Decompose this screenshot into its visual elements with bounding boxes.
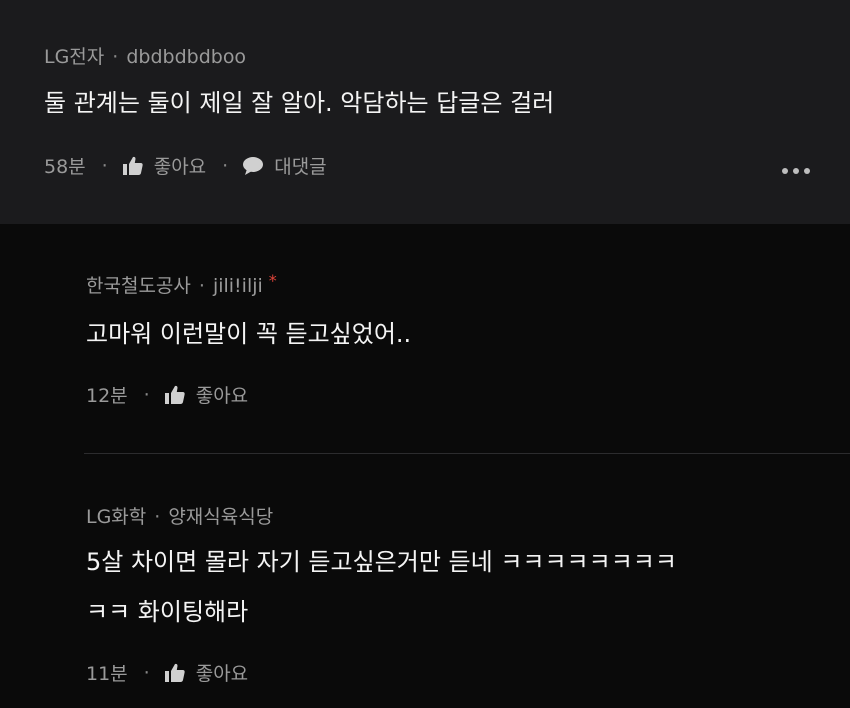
reply-author-line: 한국철도공사 · jili!ilji * [86, 271, 277, 298]
thumbs-up-icon [164, 385, 186, 405]
username[interactable]: dbdbdbdboo [126, 46, 246, 68]
reply-button[interactable]: 대댓글 [242, 152, 327, 179]
separator-dot: · [112, 46, 119, 68]
separator-dot: · [222, 154, 229, 177]
owner-marker: * [268, 271, 277, 290]
timestamp: 58분 [44, 156, 86, 178]
reply-divider [84, 453, 850, 454]
thumbs-up-icon [164, 663, 186, 683]
more-dot [793, 168, 799, 174]
more-dot [804, 168, 810, 174]
timestamp: 11분 [86, 663, 128, 685]
comment-author-line: LG전자 · dbdbdbdboo [44, 42, 246, 69]
reply-text-line-1: 5살 차이면 몰라 자기 듣고싶은거만 듣네 ㅋㅋㅋㅋㅋㅋㅋㅋ [86, 548, 677, 576]
separator-dot: · [198, 275, 205, 297]
reply-label: 대댓글 [274, 156, 327, 178]
thumbs-up-icon [122, 156, 144, 176]
separator-dot: · [143, 661, 150, 684]
reply-author-line: LG화학 · 양재식육식당 [86, 502, 273, 529]
reply-text: 고마워 이런말이 꼭 듣고싶었어.. [86, 320, 412, 348]
company-name[interactable]: 한국철도공사 [86, 275, 191, 297]
comment-text: 둘 관계는 둘이 제일 잘 알아. 악담하는 답글은 걸러 [44, 89, 555, 117]
reply-text-line-2: ㅋㅋ 화이팅해라 [86, 598, 249, 626]
company-name[interactable]: LG화학 [86, 506, 146, 528]
like-label: 좋아요 [195, 385, 249, 407]
like-label: 좋아요 [153, 156, 207, 178]
company-name[interactable]: LG전자 [44, 46, 104, 68]
separator-dot: · [101, 154, 108, 177]
reply-meta: 11분 · 좋아요 [86, 659, 248, 686]
username[interactable]: jili!ilji [213, 275, 263, 297]
speech-bubble-icon [242, 156, 264, 176]
top-comment: LG전자 · dbdbdbdboo 둘 관계는 둘이 제일 잘 알아. 악담하는 답… [0, 0, 850, 224]
username[interactable]: 양재식육식당 [168, 506, 273, 528]
more-options-icon[interactable] [782, 168, 810, 174]
more-dot [782, 168, 788, 174]
like-button[interactable]: 좋아요 [164, 381, 248, 408]
like-button[interactable]: 좋아요 [122, 152, 206, 179]
like-button[interactable]: 좋아요 [164, 659, 248, 686]
like-label: 좋아요 [195, 663, 249, 685]
timestamp: 12분 [86, 385, 128, 407]
separator-dot: · [154, 506, 161, 528]
comment-meta: 58분 · 좋아요 · 대댓글 [44, 152, 327, 179]
separator-dot: · [143, 383, 150, 406]
comment-thread: LG전자 · dbdbdbdboo 둘 관계는 둘이 제일 잘 알아. 악담하는 답… [0, 0, 850, 708]
reply-meta: 12분 · 좋아요 [86, 381, 248, 408]
